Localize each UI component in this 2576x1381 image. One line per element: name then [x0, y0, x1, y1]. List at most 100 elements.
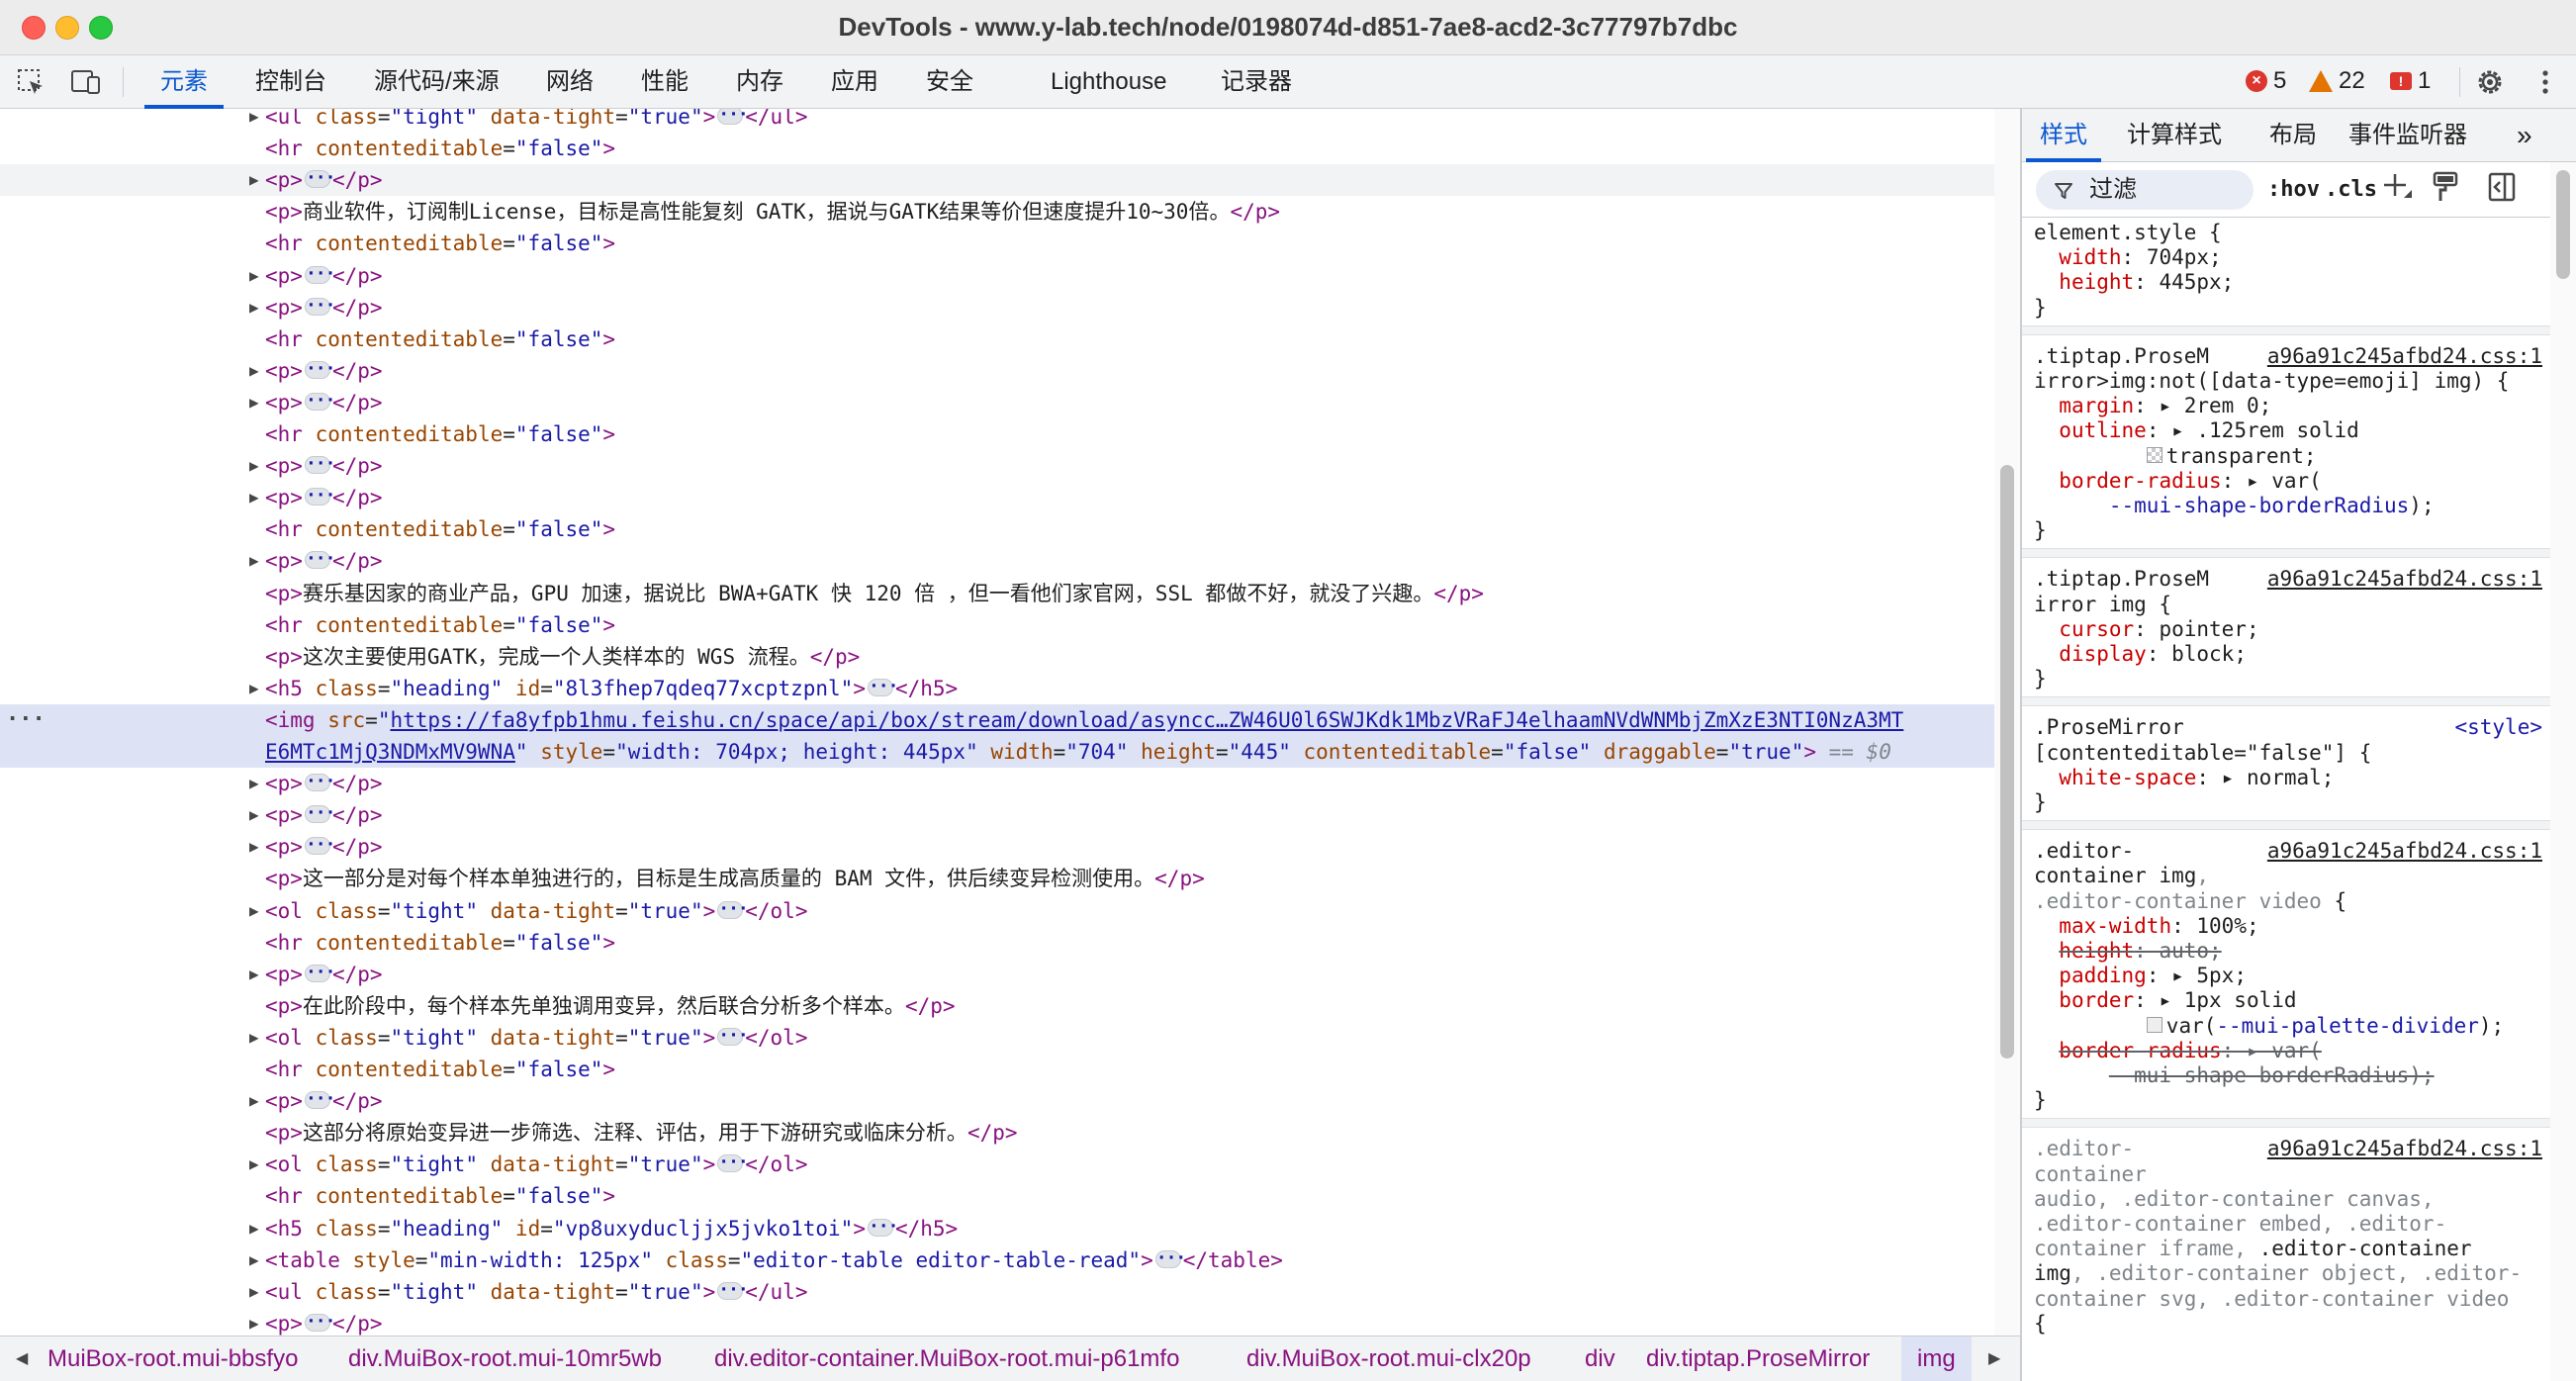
- expand-node-icon[interactable]: ▶: [249, 1213, 259, 1244]
- dom-node-row[interactable]: <p>赛乐基因家的商业产品，GPU 加速，据说比 BWA+GATK 快 120 …: [0, 578, 1994, 609]
- stylesheet-source-link[interactable]: a96a91c245afbd24.css:1: [2267, 566, 2542, 592]
- expand-node-icon[interactable]: ▶: [249, 1308, 259, 1335]
- dom-node-row[interactable]: ▶ <h5 class="heading" id="vp8uxyducljjx5j…: [0, 1211, 1994, 1244]
- dom-node-row[interactable]: <hr contenteditable="false">: [0, 323, 1994, 355]
- style-declaration-line[interactable]: .tiptap.ProseM: [2034, 343, 2209, 369]
- style-declaration-line[interactable]: element.style {: [2034, 220, 2222, 245]
- expand-node-icon[interactable]: ▶: [249, 355, 259, 387]
- expand-node-icon[interactable]: ▶: [249, 768, 259, 799]
- tab-memory[interactable]: 内存: [736, 55, 783, 109]
- expand-node-icon[interactable]: ▶: [249, 1022, 259, 1054]
- expand-node-icon[interactable]: ▶: [249, 482, 259, 513]
- styles-scroll-thumb[interactable]: [2556, 170, 2570, 279]
- expand-node-icon[interactable]: ▶: [249, 109, 259, 133]
- expand-node-icon[interactable]: ▶: [249, 831, 259, 863]
- tab-elements[interactable]: 元素: [144, 55, 224, 109]
- style-declaration-line[interactable]: }: [2034, 1087, 2047, 1113]
- error-count-badge[interactable]: × 5: [2246, 67, 2286, 95]
- stylesheet-source-link[interactable]: a96a91c245afbd24.css:1: [2267, 838, 2542, 864]
- toggle-sidebar-icon[interactable]: [2487, 170, 2517, 206]
- more-options-icon[interactable]: [2529, 65, 2562, 99]
- dom-node-row[interactable]: ▶<p></p>: [0, 766, 1994, 799]
- breadcrumb-item[interactable]: MuiBox-root.mui-bbsfyo: [47, 1336, 298, 1381]
- tab-styles[interactable]: 样式: [2026, 109, 2101, 162]
- style-declaration-line[interactable]: outline: ▸ .125rem solid: [2034, 417, 2358, 443]
- dom-node-row[interactable]: <p>这部分将原始变异进一步筛选、注释、评估，用于下游研究或临床分析。</p>: [0, 1117, 1994, 1149]
- dom-node-row[interactable]: <hr contenteditable="false">: [0, 418, 1994, 450]
- expand-node-icon[interactable]: ▶: [249, 450, 259, 482]
- style-declaration-line[interactable]: padding: ▸ 5px;: [2034, 963, 2247, 988]
- style-declaration-line[interactable]: .editor-container video {: [2034, 888, 2346, 914]
- hover-state-toggle[interactable]: :hov: [2267, 172, 2320, 208]
- stylesheet-source-link[interactable]: a96a91c245afbd24.css:1: [2267, 343, 2542, 369]
- dom-node-row[interactable]: <p>这一部分是对每个样本单独进行的，目标是生成高质量的 BAM 文件，供后续变…: [0, 863, 1994, 894]
- style-declaration-line[interactable]: width: 704px;: [2034, 244, 2221, 270]
- style-declaration-line[interactable]: irror img {: [2034, 592, 2171, 617]
- style-declaration-line[interactable]: border-radius: ▸ var(: [2034, 468, 2322, 494]
- style-declaration-line[interactable]: img, .editor-container object, .editor-: [2034, 1260, 2522, 1286]
- breadcrumb-scroll-right-icon[interactable]: ▶: [1988, 1336, 2000, 1381]
- device-toolbar-icon[interactable]: [69, 65, 103, 99]
- settings-gear-icon[interactable]: [2473, 65, 2507, 99]
- style-declaration-line[interactable]: --mui-shape-borderRadius);: [2034, 493, 2435, 518]
- dom-node-row[interactable]: ▶<p></p>: [0, 290, 1994, 323]
- more-tabs-chevron-icon[interactable]: »: [2517, 109, 2532, 162]
- expand-node-icon[interactable]: ▶: [249, 1085, 259, 1117]
- dom-node-row[interactable]: ▶<p></p>: [0, 829, 1994, 863]
- dom-node-row[interactable]: ▶<p></p>: [0, 480, 1994, 513]
- expand-node-icon[interactable]: ▶: [249, 545, 259, 577]
- style-declaration-line[interactable]: {: [2034, 1311, 2047, 1336]
- color-palette-icon[interactable]: [2432, 170, 2461, 206]
- breadcrumb-item[interactable]: div: [1585, 1336, 1615, 1381]
- style-declaration-line[interactable]: audio, .editor-container canvas,: [2034, 1186, 2435, 1212]
- style-declaration-line[interactable]: container: [2034, 1161, 2147, 1187]
- style-declaration-line[interactable]: }: [2034, 295, 2047, 321]
- dom-node-row[interactable]: <p>在此阶段中，每个样本先单独调用变异，然后联合分析多个样本。</p>: [0, 990, 1994, 1022]
- dom-node-row[interactable]: <p>这次主要使用GATK，完成一个人类样本的 WGS 流程。</p>: [0, 641, 1994, 673]
- style-declaration-line[interactable]: var(--mui-palette-divider);: [2034, 1013, 2504, 1039]
- tab-network[interactable]: 网络: [546, 55, 594, 109]
- expand-node-icon[interactable]: ▶: [249, 895, 259, 927]
- dom-node-row[interactable]: ▶ <table style="min-width: 125px" class="…: [0, 1243, 1994, 1276]
- style-declaration-line[interactable]: .tiptap.ProseM: [2034, 566, 2209, 592]
- elements-scroll-thumb[interactable]: [2000, 465, 2014, 1059]
- breadcrumb-item[interactable]: div.MuiBox-root.mui-clx20p: [1246, 1336, 1531, 1381]
- style-declaration-line[interactable]: }: [2034, 517, 2047, 543]
- expand-node-icon[interactable]: ▶: [249, 260, 259, 292]
- tab-security[interactable]: 安全: [926, 55, 973, 109]
- expand-node-icon[interactable]: ▶: [249, 799, 259, 831]
- style-declaration-line[interactable]: .editor-container embed, .editor-: [2034, 1211, 2446, 1237]
- dom-node-row[interactable]: ▶<p></p>: [0, 1306, 1994, 1335]
- tab-computed[interactable]: 计算样式: [2127, 109, 2222, 162]
- dom-node-row[interactable]: ▶<p></p>: [0, 1083, 1994, 1117]
- style-declaration-line[interactable]: container svg, .editor-container video: [2034, 1286, 2509, 1312]
- breadcrumb-item-selected[interactable]: img: [1901, 1336, 1972, 1381]
- dom-node-row[interactable]: ▶<ul class="tight" data-tight="true"></u…: [0, 1274, 1994, 1308]
- styles-rules-pane[interactable]: element.style { width: 704px; height: 44…: [2022, 218, 2550, 1381]
- stylesheet-source-link[interactable]: a96a91c245afbd24.css:1: [2267, 1136, 2542, 1161]
- dom-node-row[interactable]: <hr contenteditable="false">: [0, 228, 1994, 259]
- style-declaration-line[interactable]: display: block;: [2034, 641, 2247, 667]
- style-declaration-line[interactable]: .editor-: [2034, 1136, 2134, 1161]
- breadcrumb-item[interactable]: div.editor-container.MuiBox-root.mui-p61…: [714, 1336, 1179, 1381]
- node-actions-icon[interactable]: ···: [6, 704, 46, 736]
- class-toggle[interactable]: .cls: [2325, 172, 2377, 208]
- style-declaration-line[interactable]: height: auto;: [2034, 938, 2221, 964]
- styles-scrollbar[interactable]: [2550, 162, 2576, 1381]
- dom-node-row[interactable]: ▶<p></p>: [0, 258, 1994, 292]
- dom-node-row[interactable]: <hr contenteditable="false">: [0, 513, 1994, 545]
- dom-node-row[interactable]: ▶<p></p>: [0, 385, 1994, 418]
- dom-node-row[interactable]: ▶<ol class="tight" data-tight="true"></o…: [0, 1020, 1994, 1054]
- style-declaration-line[interactable]: .editor-: [2034, 838, 2134, 864]
- styles-filter-input[interactable]: 过滤: [2036, 170, 2254, 210]
- style-declaration-line[interactable]: height: 445px;: [2034, 269, 2234, 295]
- style-declaration-line[interactable]: .ProseMirror: [2034, 714, 2184, 740]
- style-declaration-line[interactable]: }: [2034, 666, 2047, 691]
- issues-count-badge[interactable]: ! 1: [2390, 67, 2431, 95]
- dom-node-row[interactable]: ▶<p></p>: [0, 448, 1994, 482]
- style-declaration-line[interactable]: --mui-shape-borderRadius);: [2034, 1062, 2435, 1088]
- dom-node-row[interactable]: ▶ <h5 class="heading" id="8l3fhep7qdeq77x…: [0, 671, 1994, 704]
- tab-console[interactable]: 控制台: [255, 55, 326, 109]
- tab-performance[interactable]: 性能: [641, 55, 689, 109]
- dom-node-row[interactable]: <hr contenteditable="false">: [0, 133, 1994, 164]
